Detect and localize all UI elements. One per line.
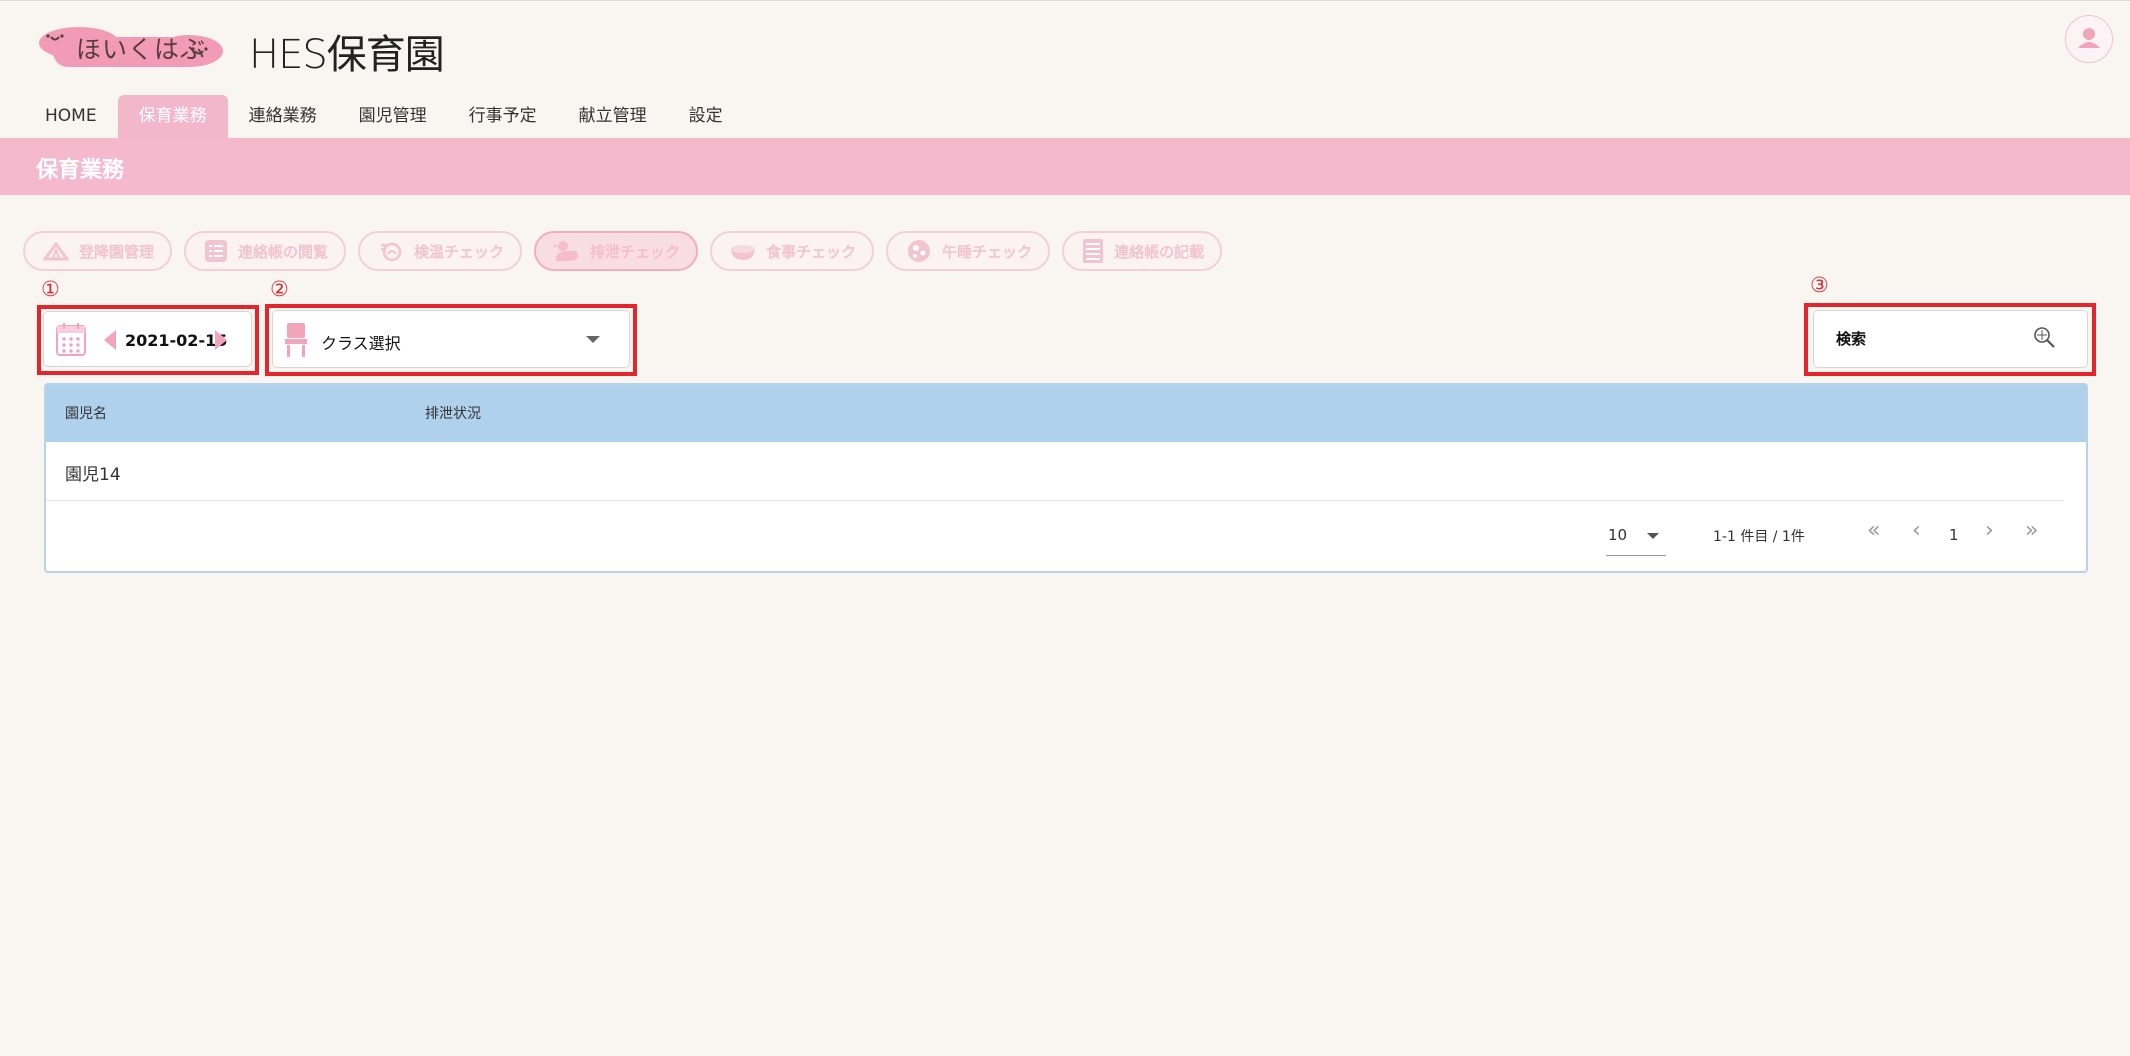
- attendance-label: 登降園管理: [79, 242, 155, 261]
- site-title: HES保育園: [249, 32, 445, 78]
- nav-tab-contact[interactable]: 連絡業務: [228, 95, 338, 138]
- table-row-name[interactable]: 園児14: [65, 460, 121, 485]
- nav-tab-childcare[interactable]: 保育業務: [117, 95, 228, 138]
- section-header-bar: [0, 138, 2130, 195]
- nap-check-label: 午睡チェック: [942, 242, 1033, 261]
- previous-page-button[interactable]: ‹: [1912, 518, 1921, 543]
- notebook-icon: [1083, 239, 1104, 263]
- column-header-status[interactable]: 排泄状況: [425, 403, 481, 423]
- nap-check-button[interactable]: 午睡チェック: [886, 231, 1051, 271]
- annotation-frame-1: [37, 305, 259, 375]
- main-nav: HOME 保育業務 連絡業務 園児管理 行事予定 献立管理 設定: [24, 95, 744, 138]
- view-contact-book-button[interactable]: 連絡帳の閲覧: [184, 231, 347, 271]
- nav-tab-home[interactable]: HOME: [24, 95, 118, 138]
- annotation-number-1: ①: [41, 277, 60, 301]
- annotation-frame-2: [265, 304, 637, 376]
- annotation-frame-3: [1804, 303, 2096, 376]
- top-border: [0, 0, 2130, 1]
- nav-tab-children[interactable]: 園児管理: [338, 95, 448, 138]
- rows-per-page-underline: [1606, 555, 1666, 556]
- tent-icon: [43, 241, 69, 261]
- page-title: 保育業務: [36, 158, 125, 183]
- user-avatar-button[interactable]: [2065, 15, 2113, 63]
- next-page-button[interactable]: ›: [1985, 518, 1994, 543]
- first-page-button[interactable]: «: [1867, 518, 1880, 543]
- meal-check-button[interactable]: 食事チェック: [710, 231, 875, 271]
- bowl-icon: [731, 245, 756, 260]
- logo-text: ほいくはぶ: [76, 35, 207, 64]
- write-contact-book-button[interactable]: 連絡帳の記載: [1062, 231, 1223, 271]
- function-buttons: 登降園管理 連絡帳の閲覧 検温チェック 排泄チェック 食事チェック 午睡チェック…: [23, 231, 1234, 271]
- table-header: [46, 385, 2086, 442]
- nav-tab-settings[interactable]: 設定: [668, 95, 744, 138]
- user-icon: [2078, 28, 2100, 48]
- thermometer-icon: [381, 242, 402, 262]
- row-divider: [46, 500, 2064, 501]
- annotation-number-2: ②: [270, 277, 289, 301]
- temperature-check-button[interactable]: 検温チェック: [358, 231, 523, 271]
- toilet-check-button[interactable]: 排泄チェック: [534, 231, 699, 271]
- temperature-check-label: 検温チェック: [414, 242, 505, 261]
- write-contact-book-label: 連絡帳の記載: [1114, 242, 1205, 261]
- nav-tab-events[interactable]: 行事予定: [448, 95, 558, 138]
- attendance-button[interactable]: 登降園管理: [23, 231, 173, 271]
- nav-tab-menu[interactable]: 献立管理: [558, 95, 668, 138]
- toilet-check-label: 排泄チェック: [590, 242, 681, 261]
- annotation-number-3: ③: [1810, 273, 1829, 297]
- current-page-number[interactable]: 1: [1949, 526, 1959, 544]
- sleep-icon: [908, 240, 931, 262]
- page-range-info: 1-1 件目 / 1件: [1713, 529, 1805, 545]
- rows-per-page-value[interactable]: 10: [1608, 526, 1627, 544]
- view-contact-book-label: 連絡帳の閲覧: [238, 242, 329, 261]
- chevron-down-icon[interactable]: [1647, 533, 1659, 539]
- duck-icon: [554, 241, 579, 261]
- column-header-name[interactable]: 園児名: [65, 403, 107, 423]
- list-icon: [205, 240, 228, 262]
- last-page-button[interactable]: »: [2025, 518, 2038, 543]
- meal-check-label: 食事チェック: [766, 242, 857, 261]
